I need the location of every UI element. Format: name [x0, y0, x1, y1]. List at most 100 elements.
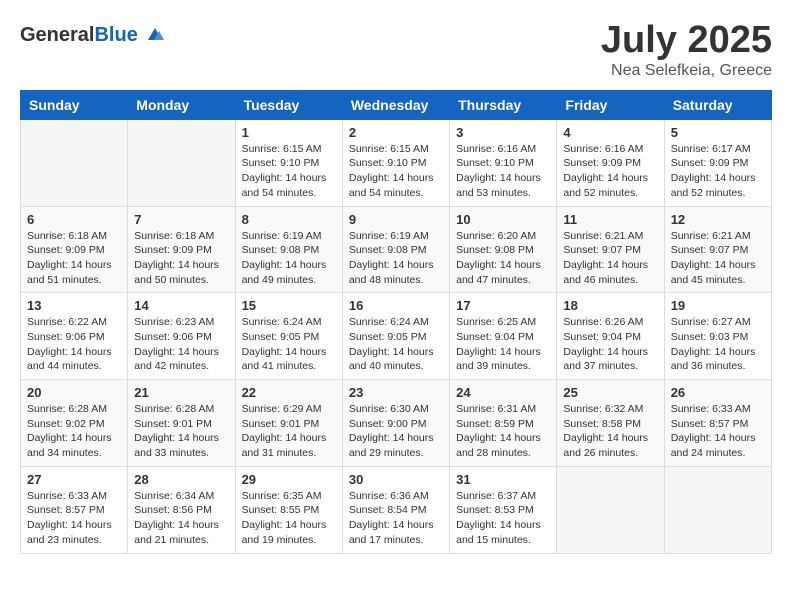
day-number: 8	[242, 212, 336, 227]
day-cell: 13 Sunrise: 6:22 AM Sunset: 9:06 PM Dayli…	[21, 293, 128, 380]
logo: GeneralBlue	[20, 20, 170, 50]
day-cell: 31Sunrise: 6:37 AM Sunset: 8:53 PM Dayli…	[450, 466, 557, 553]
day-number: 17	[456, 298, 550, 313]
day-detail: Sunrise: 6:19 AM Sunset: 9:08 PM Dayligh…	[349, 229, 443, 288]
header-row: SundayMondayTuesdayWednesdayThursdayFrid…	[21, 90, 772, 119]
day-detail: Sunrise: 6:28 AM Sunset: 9:01 PM Dayligh…	[134, 402, 228, 461]
day-number: 25	[563, 385, 657, 400]
day-number: 23	[349, 385, 443, 400]
day-number: 14	[134, 298, 228, 313]
header-cell-monday: Monday	[128, 90, 235, 119]
day-number: 27	[27, 472, 121, 487]
day-number: 7	[134, 212, 228, 227]
week-row-1: 1 Sunrise: 6:15 AM Sunset: 9:10 PM Daylig…	[21, 119, 772, 206]
day-detail: Sunrise: 6:21 AM Sunset: 9:07 PM Dayligh…	[671, 229, 765, 288]
day-cell: 20 Sunrise: 6:28 AM Sunset: 9:02 PM Dayli…	[21, 380, 128, 467]
day-number: 12	[671, 212, 765, 227]
day-cell: 6Sunrise: 6:18 AM Sunset: 9:09 PM Daylig…	[21, 206, 128, 293]
header-cell-sunday: Sunday	[21, 90, 128, 119]
day-number: 1	[242, 125, 336, 140]
day-cell: 7 Sunrise: 6:18 AM Sunset: 9:09 PM Daylig…	[128, 206, 235, 293]
day-number: 2	[349, 125, 443, 140]
day-number: 26	[671, 385, 765, 400]
day-cell: 30Sunrise: 6:36 AM Sunset: 8:54 PM Dayli…	[342, 466, 449, 553]
day-number: 20	[27, 385, 121, 400]
day-detail: Sunrise: 6:22 AM Sunset: 9:06 PM Dayligh…	[27, 315, 121, 374]
day-detail: Sunrise: 6:25 AM Sunset: 9:04 PM Dayligh…	[456, 315, 550, 374]
week-row-5: 27Sunrise: 6:33 AM Sunset: 8:57 PM Dayli…	[21, 466, 772, 553]
header-cell-wednesday: Wednesday	[342, 90, 449, 119]
day-detail: Sunrise: 6:18 AM Sunset: 9:09 PM Dayligh…	[134, 229, 228, 288]
day-detail: Sunrise: 6:17 AM Sunset: 9:09 PM Dayligh…	[671, 142, 765, 201]
day-cell: 12 Sunrise: 6:21 AM Sunset: 9:07 PM Dayli…	[664, 206, 771, 293]
day-detail: Sunrise: 6:35 AM Sunset: 8:55 PM Dayligh…	[242, 489, 336, 548]
header-cell-friday: Friday	[557, 90, 664, 119]
day-number: 6	[27, 212, 121, 227]
day-number: 16	[349, 298, 443, 313]
day-number: 13	[27, 298, 121, 313]
logo-icon	[140, 20, 170, 50]
day-cell: 9 Sunrise: 6:19 AM Sunset: 9:08 PM Daylig…	[342, 206, 449, 293]
day-detail: Sunrise: 6:16 AM Sunset: 9:09 PM Dayligh…	[563, 142, 657, 201]
day-cell: 19 Sunrise: 6:27 AM Sunset: 9:03 PM Dayli…	[664, 293, 771, 380]
day-detail: Sunrise: 6:27 AM Sunset: 9:03 PM Dayligh…	[671, 315, 765, 374]
day-cell: 14 Sunrise: 6:23 AM Sunset: 9:06 PM Dayli…	[128, 293, 235, 380]
day-detail: Sunrise: 6:34 AM Sunset: 8:56 PM Dayligh…	[134, 489, 228, 548]
day-cell: 17 Sunrise: 6:25 AM Sunset: 9:04 PM Dayli…	[450, 293, 557, 380]
logo-general: General	[20, 24, 94, 46]
day-number: 22	[242, 385, 336, 400]
day-detail: Sunrise: 6:32 AM Sunset: 8:58 PM Dayligh…	[563, 402, 657, 461]
calendar-body: 1 Sunrise: 6:15 AM Sunset: 9:10 PM Daylig…	[21, 119, 772, 553]
day-detail: Sunrise: 6:20 AM Sunset: 9:08 PM Dayligh…	[456, 229, 550, 288]
week-row-2: 6 Sunrise: 6:18 AM Sunset: 9:09 PM Daylig…	[21, 206, 772, 293]
day-detail: Sunrise: 6:24 AM Sunset: 9:05 PM Dayligh…	[349, 315, 443, 374]
day-detail: Sunrise: 6:29 AM Sunset: 9:01 PM Dayligh…	[242, 402, 336, 461]
day-detail: Sunrise: 6:33 AM Sunset: 8:57 PM Dayligh…	[671, 402, 765, 461]
day-detail: Sunrise: 6:26 AM Sunset: 9:04 PM Dayligh…	[563, 315, 657, 374]
day-cell: 26 Sunrise: 6:33 AM Sunset: 8:57 PM Dayli…	[664, 380, 771, 467]
day-number: 4	[563, 125, 657, 140]
day-detail: Sunrise: 6:28 AM Sunset: 9:02 PM Dayligh…	[27, 402, 121, 461]
day-cell: 16 Sunrise: 6:24 AM Sunset: 9:05 PM Dayli…	[342, 293, 449, 380]
day-cell: 29 Sunrise: 6:35 AM Sunset: 8:55 PM Dayli…	[235, 466, 342, 553]
day-detail: Sunrise: 6:36 AM Sunset: 8:54 PM Dayligh…	[349, 489, 443, 548]
day-number: 24	[456, 385, 550, 400]
day-detail: Sunrise: 6:31 AM Sunset: 8:59 PM Dayligh…	[456, 402, 550, 461]
day-detail: Sunrise: 6:15 AM Sunset: 9:10 PM Dayligh…	[242, 142, 336, 201]
day-cell: 2 Sunrise: 6:15 AM Sunset: 9:10 PM Daylig…	[342, 119, 449, 206]
day-number: 19	[671, 298, 765, 313]
day-detail: Sunrise: 6:15 AM Sunset: 9:10 PM Dayligh…	[349, 142, 443, 201]
day-detail: Sunrise: 6:30 AM Sunset: 9:00 PM Dayligh…	[349, 402, 443, 461]
header-cell-thursday: Thursday	[450, 90, 557, 119]
day-cell: 28Sunrise: 6:34 AM Sunset: 8:56 PM Dayli…	[128, 466, 235, 553]
day-cell: 25 Sunrise: 6:32 AM Sunset: 8:58 PM Dayli…	[557, 380, 664, 467]
title-block: July 2025 Nea Selefkeia, Greece	[601, 20, 772, 80]
day-detail: Sunrise: 6:37 AM Sunset: 8:53 PM Dayligh…	[456, 489, 550, 548]
day-cell	[557, 466, 664, 553]
day-cell: 10Sunrise: 6:20 AM Sunset: 9:08 PM Dayli…	[450, 206, 557, 293]
day-cell: 11Sunrise: 6:21 AM Sunset: 9:07 PM Dayli…	[557, 206, 664, 293]
day-cell: 4 Sunrise: 6:16 AM Sunset: 9:09 PM Daylig…	[557, 119, 664, 206]
day-cell: 23 Sunrise: 6:30 AM Sunset: 9:00 PM Dayli…	[342, 380, 449, 467]
day-cell: 5 Sunrise: 6:17 AM Sunset: 9:09 PM Daylig…	[664, 119, 771, 206]
week-row-4: 20 Sunrise: 6:28 AM Sunset: 9:02 PM Dayli…	[21, 380, 772, 467]
day-detail: Sunrise: 6:23 AM Sunset: 9:06 PM Dayligh…	[134, 315, 228, 374]
day-detail: Sunrise: 6:21 AM Sunset: 9:07 PM Dayligh…	[563, 229, 657, 288]
day-cell: 8Sunrise: 6:19 AM Sunset: 9:08 PM Daylig…	[235, 206, 342, 293]
week-row-3: 13 Sunrise: 6:22 AM Sunset: 9:06 PM Dayli…	[21, 293, 772, 380]
calendar-table: SundayMondayTuesdayWednesdayThursdayFrid…	[20, 90, 772, 554]
day-number: 9	[349, 212, 443, 227]
header-cell-tuesday: Tuesday	[235, 90, 342, 119]
calendar-title: July 2025	[601, 20, 772, 62]
day-number: 21	[134, 385, 228, 400]
calendar-subtitle: Nea Selefkeia, Greece	[601, 62, 772, 80]
header-cell-saturday: Saturday	[664, 90, 771, 119]
day-cell	[128, 119, 235, 206]
day-number: 5	[671, 125, 765, 140]
day-cell: 27Sunrise: 6:33 AM Sunset: 8:57 PM Dayli…	[21, 466, 128, 553]
day-cell: 1 Sunrise: 6:15 AM Sunset: 9:10 PM Daylig…	[235, 119, 342, 206]
day-number: 18	[563, 298, 657, 313]
day-number: 29	[242, 472, 336, 487]
day-cell: 18 Sunrise: 6:26 AM Sunset: 9:04 PM Dayli…	[557, 293, 664, 380]
logo-text: GeneralBlue	[20, 24, 138, 47]
